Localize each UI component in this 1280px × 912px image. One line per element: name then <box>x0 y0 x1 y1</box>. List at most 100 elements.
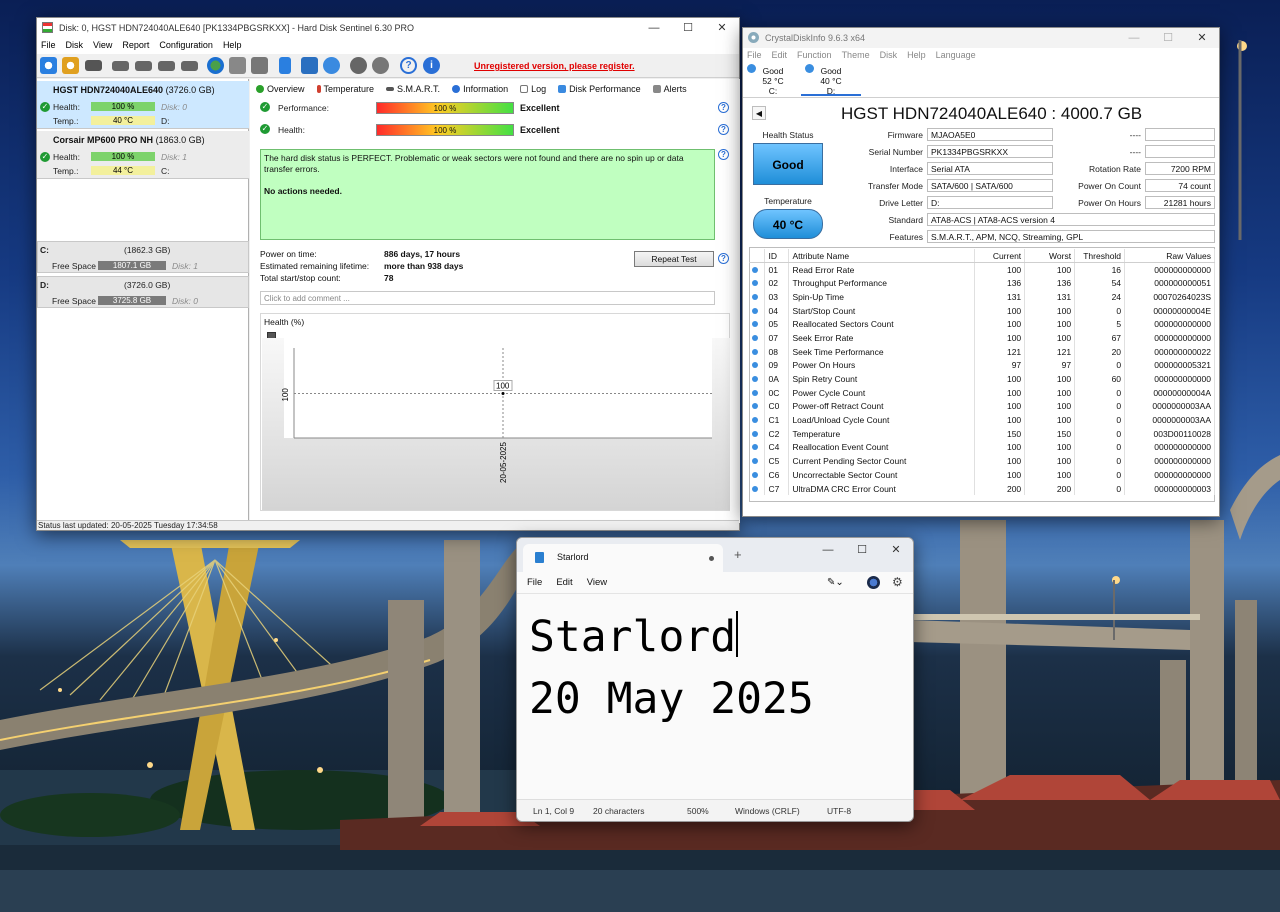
report-icon[interactable] <box>251 57 268 74</box>
menu-help[interactable]: Help <box>219 38 248 54</box>
menu-language[interactable]: Language <box>932 48 982 62</box>
menu-disk[interactable]: Disk <box>62 38 90 54</box>
col-worst[interactable]: Worst <box>1024 249 1076 264</box>
menu-function[interactable]: Function <box>793 48 838 62</box>
help-icon[interactable]: ? <box>718 253 729 264</box>
disk-icon[interactable] <box>85 60 102 71</box>
tab-log[interactable]: Log <box>514 79 552 95</box>
help-icon[interactable]: ? <box>718 102 729 113</box>
gear-icon[interactable] <box>350 57 367 74</box>
menu-theme[interactable]: Theme <box>838 48 876 62</box>
help-icon[interactable]: ? <box>400 57 417 74</box>
col-attribute[interactable]: Attribute Name <box>788 249 976 264</box>
smart-row[interactable]: 02 Throughput Performance 136 136 54 00000000… <box>749 276 1215 291</box>
unregistered-link[interactable]: Unregistered version, please register. <box>474 61 635 71</box>
health-bar: 100 % <box>91 102 155 111</box>
maximize-button[interactable]: ☐ <box>671 18 705 38</box>
menu-file[interactable]: File <box>743 48 768 62</box>
help-icon[interactable]: ? <box>718 124 729 135</box>
notepad-tab[interactable]: Starlord <box>523 544 723 572</box>
notepad-titlebar[interactable]: Starlord + — ☐ ✕ <box>517 538 913 572</box>
network-icon[interactable] <box>207 57 224 74</box>
surface-test-icon[interactable] <box>135 61 152 71</box>
cdi-titlebar[interactable]: CrystalDiskInfo 9.6.3 x64 — ☐ ✕ <box>743 28 1219 48</box>
short-test-icon[interactable] <box>158 61 175 71</box>
globe-icon[interactable] <box>323 57 340 74</box>
refresh-icon[interactable] <box>40 57 57 74</box>
smart-row[interactable]: 03 Spin-Up Time 131 131 24 00070264023S <box>749 290 1215 304</box>
print-icon[interactable] <box>229 57 246 74</box>
smart-row[interactable]: 08 Seek Time Performance 121 121 20 000000000… <box>749 344 1215 359</box>
tab-information[interactable]: Information <box>446 79 514 95</box>
smart-row[interactable]: 01 Read Error Rate 100 100 16 000000000000 <box>749 262 1215 277</box>
info-icon[interactable]: i <box>423 57 440 74</box>
test-icon[interactable] <box>112 61 129 71</box>
col-raw[interactable]: Raw Values <box>1124 249 1215 264</box>
menu-help[interactable]: Help <box>903 48 932 62</box>
drive-status-d[interactable]: Good 40 °C D: <box>801 64 861 96</box>
minimize-button[interactable]: — <box>811 540 845 560</box>
smart-row[interactable]: 0A Spin Retry Count 100 100 60 000000000000 <box>749 372 1215 386</box>
menu-report[interactable]: Report <box>118 38 155 54</box>
previous-disk-button[interactable]: ◀ <box>752 106 766 120</box>
col-id[interactable]: ID <box>764 249 790 264</box>
settings-gear-icon[interactable]: ⚙ <box>892 575 903 589</box>
smart-row[interactable]: C6 Uncorrectable Sector Count 100 100 0 00000… <box>749 468 1215 482</box>
smart-row[interactable]: C4 Reallocation Event Count 100 100 0 0000000… <box>749 440 1215 455</box>
menu-file[interactable]: File <box>523 572 552 593</box>
maximize-button[interactable]: ☐ <box>845 540 879 560</box>
smart-row[interactable]: C7 UltraDMA CRC Error Count 200 200 0 0000000… <box>749 481 1215 496</box>
extended-test-icon[interactable] <box>181 61 198 71</box>
tab-disk-performance[interactable]: Disk Performance <box>552 79 647 95</box>
smart-row[interactable]: 05 Reallocated Sectors Count 100 100 5 000000… <box>749 317 1215 332</box>
close-button[interactable]: ✕ <box>705 18 739 38</box>
smart-row[interactable]: 0C Power Cycle Count 100 100 0 00000000004A <box>749 385 1215 400</box>
line-ending[interactable]: Windows (CRLF) <box>735 806 800 816</box>
help-icon[interactable]: ? <box>718 149 729 160</box>
refresh-all-icon[interactable] <box>62 57 79 74</box>
comment-field[interactable]: Click to add comment ... <box>260 291 715 305</box>
smart-row[interactable]: C2 Temperature 150 150 0 003D00110028 <box>749 426 1215 441</box>
notepad-text-area[interactable]: Starlord 20 May 2025 <box>529 606 814 730</box>
menu-view[interactable]: View <box>583 572 617 593</box>
menu-disk[interactable]: Disk <box>876 48 904 62</box>
zoom-level[interactable]: 500% <box>687 806 709 816</box>
log-icon[interactable] <box>279 57 291 74</box>
drive-card-d[interactable]: D: (3726.0 GB) Free Space 3725.8 GB Disk… <box>37 276 249 308</box>
close-button[interactable]: ✕ <box>1185 28 1219 48</box>
smart-row[interactable]: 09 Power On Hours 97 97 0 000000005321 <box>749 358 1215 373</box>
mail-icon[interactable] <box>301 57 318 74</box>
disk-card-1[interactable]: Corsair MP600 PRO NH (1863.0 GB) ✓ Healt… <box>37 131 249 179</box>
tab-temperature[interactable]: Temperature <box>311 79 381 95</box>
sound-icon[interactable] <box>372 57 389 74</box>
tab-smart[interactable]: S.M.A.R.T. <box>380 79 446 95</box>
close-button[interactable]: ✕ <box>879 540 913 560</box>
smart-row[interactable]: 07 Seek Error Rate 100 100 67 000000000000 <box>749 331 1215 345</box>
col-current[interactable]: Current <box>974 249 1026 264</box>
new-tab-button[interactable]: + <box>734 547 742 562</box>
disk-card-0[interactable]: HGST HDN724040ALE640 (3726.0 GB) ✓ Healt… <box>37 81 249 129</box>
tab-overview[interactable]: Overview <box>250 79 311 95</box>
copilot-icon[interactable]: ✎⌄ <box>827 577 844 588</box>
drive-status-c[interactable]: Good 52 °C C: <box>743 64 803 96</box>
menu-configuration[interactable]: Configuration <box>155 38 219 54</box>
menu-edit[interactable]: Edit <box>768 48 794 62</box>
minimize-button[interactable]: — <box>1117 28 1151 48</box>
smart-row[interactable]: C1 Load/Unload Cycle Count 100 100 0 00000000… <box>749 413 1215 427</box>
menu-view[interactable]: View <box>89 38 118 54</box>
smart-row[interactable]: C0 Power-off Retract Count 100 100 0 00000000… <box>749 399 1215 414</box>
menu-edit[interactable]: Edit <box>552 572 582 593</box>
tab-alerts[interactable]: Alerts <box>647 79 693 95</box>
account-icon[interactable] <box>867 576 880 589</box>
minimize-button[interactable]: — <box>637 18 671 38</box>
menu-file[interactable]: File <box>37 38 62 54</box>
encoding[interactable]: UTF-8 <box>827 806 851 816</box>
maximize-button[interactable]: ☐ <box>1151 28 1185 48</box>
smart-row[interactable]: 04 Start/Stop Count 100 100 0 00000000004E <box>749 303 1215 318</box>
repeat-test-button[interactable]: Repeat Test <box>634 251 714 267</box>
hds-titlebar[interactable]: Disk: 0, HGST HDN724040ALE640 [PK1334PBG… <box>37 18 739 38</box>
drive-card-c[interactable]: C: (1862.3 GB) Free Space 1807.1 GB Disk… <box>37 241 249 273</box>
smart-row[interactable]: C5 Current Pending Sector Count 100 100 0 000… <box>749 454 1215 468</box>
col-threshold[interactable]: Threshold <box>1074 249 1126 264</box>
health-status-button[interactable]: Good <box>753 143 823 185</box>
